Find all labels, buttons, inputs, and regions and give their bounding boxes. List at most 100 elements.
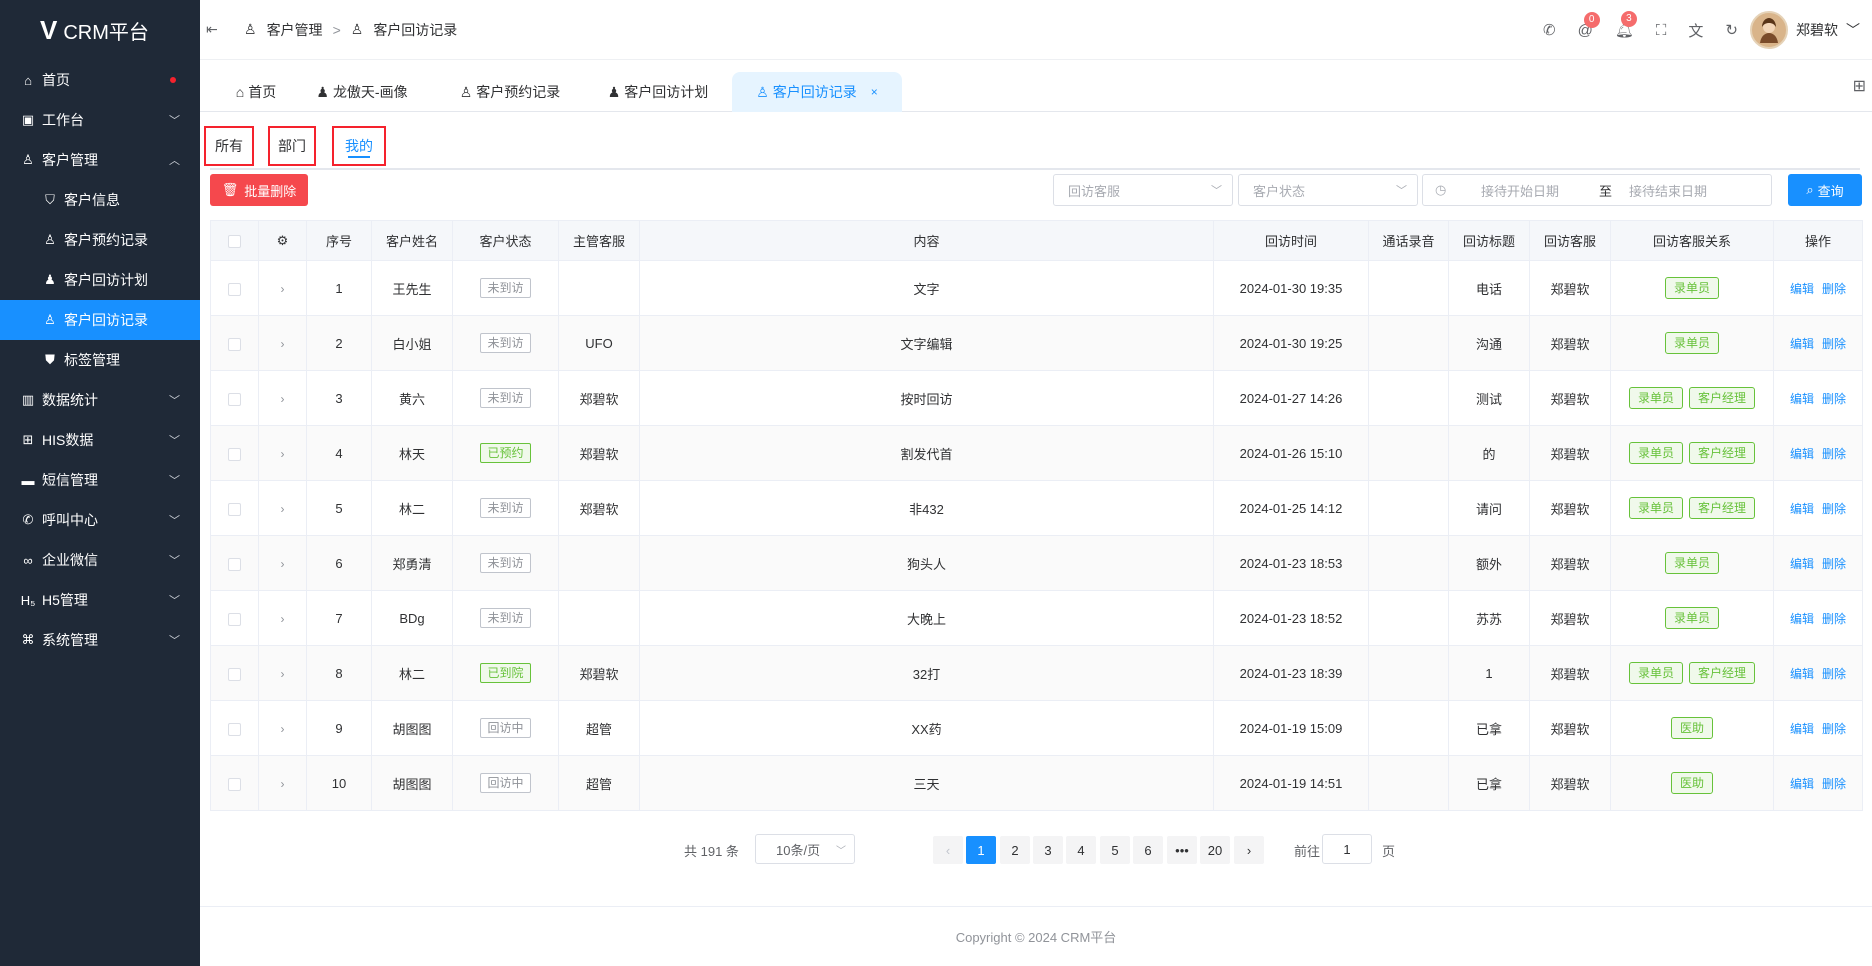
row-checkbox[interactable] [228,667,241,681]
page-size-select[interactable]: 10条/页 ﹀ [755,834,855,864]
row-checkbox[interactable] [228,722,241,736]
edit-link[interactable]: 编辑 [1790,777,1814,791]
chevron-right-icon[interactable]: › [281,667,285,681]
page-button[interactable]: 20 [1200,836,1230,864]
table-row[interactable]: › 9 胡图图 回访中 超管 XX药 2024-01-19 15:09 已拿 郑碧软 医助 编辑 删除 [210,700,1863,756]
delete-link[interactable]: 删除 [1822,337,1846,351]
edit-link[interactable]: 编辑 [1790,667,1814,681]
page-button[interactable]: 4 [1066,836,1096,864]
refresh-icon[interactable]: ↻ [1725,21,1738,39]
batch-delete-button[interactable]: 🗑︎ 批量删除 [210,174,308,206]
agent-select[interactable]: 回访客服 ﹀ [1053,174,1233,206]
delete-link[interactable]: 删除 [1822,502,1846,516]
sidebar-item-statistics[interactable]: ▥ 数据统计 ﹀ [0,380,200,420]
tab-followup-records[interactable]: ♙ 客户回访记录 × [732,72,902,112]
delete-link[interactable]: 删除 [1822,722,1846,736]
delete-link[interactable]: 删除 [1822,447,1846,461]
mention-icon[interactable]: @0 [1578,11,1600,39]
sidebar-item-followup-records[interactable]: ♙ 客户回访记录 [0,300,200,340]
page-button[interactable]: 2 [1000,836,1030,864]
row-select-cell[interactable] [210,370,259,426]
edit-link[interactable]: 编辑 [1790,612,1814,626]
edit-link[interactable]: 编辑 [1790,557,1814,571]
sidebar-item-system[interactable]: ⌘ 系统管理 ﹀ [0,620,200,660]
bell-icon[interactable]: 🔔︎ 3 [1615,11,1637,39]
breadcrumb-item[interactable]: 客户管理 [267,20,323,40]
prev-page-button[interactable]: ‹ [933,836,963,864]
delete-link[interactable]: 删除 [1822,777,1846,791]
translate-icon[interactable]: 文 [1688,20,1703,41]
table-row[interactable]: › 6 郑勇清 未到访 狗头人 2024-01-23 18:53 额外 郑碧软 录单员 编辑 删除 [210,535,1863,591]
expand-cell[interactable]: › [258,755,307,811]
page-button[interactable]: 1 [966,836,996,864]
edit-link[interactable]: 编辑 [1790,447,1814,461]
row-checkbox[interactable] [228,557,241,571]
page-button[interactable]: 6 [1133,836,1163,864]
sidebar-item-h5[interactable]: H₅ H5管理 ﹀ [0,580,200,620]
chevron-right-icon[interactable]: › [281,722,285,736]
tab-home[interactable]: ⌂ 首页 [224,72,288,112]
table-row[interactable]: › 2 白小姐 未到访 UFO 文字编辑 2024-01-30 19:25 沟通 郑碧软 录单员 编… [210,315,1863,371]
tab-appointment-records[interactable]: ♙ 客户预约记录 [452,72,568,112]
row-checkbox[interactable] [228,447,241,461]
sidebar-item-home[interactable]: ⌂ 首页 [0,60,200,100]
column-settings-cell[interactable]: ⚙︎ [258,220,307,261]
sidebar-item-tag-management[interactable]: ⛊ 标签管理 [0,340,200,380]
user-menu[interactable]: 郑碧软 ﹀ [1750,11,1860,49]
sidebar-item-customer-management[interactable]: ♙ 客户管理 ︿ [0,140,200,180]
row-select-cell[interactable] [210,480,259,536]
expand-cell[interactable]: › [258,645,307,701]
table-row[interactable]: › 4 林天 已预约 郑碧软 割发代首 2024-01-26 15:10 的郑碧软 录单员 客户经… [210,425,1863,481]
row-checkbox[interactable] [228,282,241,296]
app-logo[interactable]: V CRM平台 [0,0,200,60]
phone-icon[interactable]: ✆ [1543,21,1556,39]
scope-tab-department[interactable]: 部门 [268,126,316,166]
query-button[interactable]: ⌕ 查询 [1788,174,1862,206]
chevron-right-icon[interactable]: › [281,392,285,406]
chevron-right-icon[interactable]: › [281,612,285,626]
sidebar-item-sms[interactable]: ▬ 短信管理 ﹀ [0,460,200,500]
expand-cell[interactable]: › [258,590,307,646]
next-page-button[interactable]: › [1234,836,1264,864]
edit-link[interactable]: 编辑 [1790,337,1814,351]
row-checkbox[interactable] [228,337,241,351]
table-row[interactable]: › 7 BDg 未到访 大晚上 2024-01-23 18:52 苏苏 郑碧软 录单员 编辑 删除 [210,590,1863,646]
row-select-cell[interactable] [210,755,259,811]
collapse-menu-icon[interactable]: ⇤ [206,21,226,38]
row-checkbox[interactable] [228,612,241,626]
goto-page-input[interactable]: 1 [1322,834,1372,864]
chevron-right-icon[interactable]: › [281,447,285,461]
scope-tab-mine[interactable]: 我的 [332,126,386,166]
chevron-right-icon[interactable]: › [281,282,285,296]
chevron-right-icon[interactable]: › [281,502,285,516]
table-row[interactable]: › 5 林二 未到访 郑碧软 非432 2024-01-25 14:12 请问 郑碧软 录单员 客户… [210,480,1863,536]
tab-followup-plan[interactable]: ♟ 客户回访计划 [600,72,716,112]
expand-cell[interactable]: › [258,425,307,481]
table-row[interactable]: › 3 黄六 未到访 郑碧软 按时回访 2024-01-27 14:26 测试 郑碧软 录单员 客户… [210,370,1863,426]
start-date-input[interactable]: 接待开始日期 [1481,181,1581,200]
table-row[interactable]: › 10 胡图图 回访中 超管 三天 2024-01-19 14:51 已拿 郑碧软 医助 编辑 删除 [210,755,1863,811]
tab-profile[interactable]: ♟ 龙傲天-画像 [308,72,416,112]
row-select-cell[interactable] [210,645,259,701]
sidebar-item-workbench[interactable]: ▣ 工作台 ﹀ [0,100,200,140]
more-pages-button[interactable]: ••• [1167,836,1197,864]
sidebar-item-appointment-records[interactable]: ♙ 客户预约记录 [0,220,200,260]
row-checkbox[interactable] [228,502,241,516]
expand-cell[interactable]: › [258,700,307,756]
close-icon[interactable]: × [871,85,878,99]
delete-link[interactable]: 删除 [1822,557,1846,571]
row-select-cell[interactable] [210,260,259,316]
delete-link[interactable]: 删除 [1822,667,1846,681]
table-row[interactable]: › 8 林二 已到院 郑碧软 32打 2024-01-23 18:39 1 郑碧软 录单员 客户经理… [210,645,1863,701]
edit-link[interactable]: 编辑 [1790,502,1814,516]
row-checkbox[interactable] [228,392,241,406]
end-date-input[interactable]: 接待结束日期 [1629,181,1749,200]
chevron-right-icon[interactable]: › [281,557,285,571]
sidebar-item-call-center[interactable]: ✆ 呼叫中心 ﹀ [0,500,200,540]
expand-cell[interactable]: › [258,480,307,536]
date-range-picker[interactable]: ◷ 接待开始日期 至 接待结束日期 [1422,174,1772,206]
chevron-right-icon[interactable]: › [281,777,285,791]
expand-cell[interactable]: › [258,535,307,591]
expand-cell[interactable]: › [258,260,307,316]
expand-cell[interactable]: › [258,370,307,426]
